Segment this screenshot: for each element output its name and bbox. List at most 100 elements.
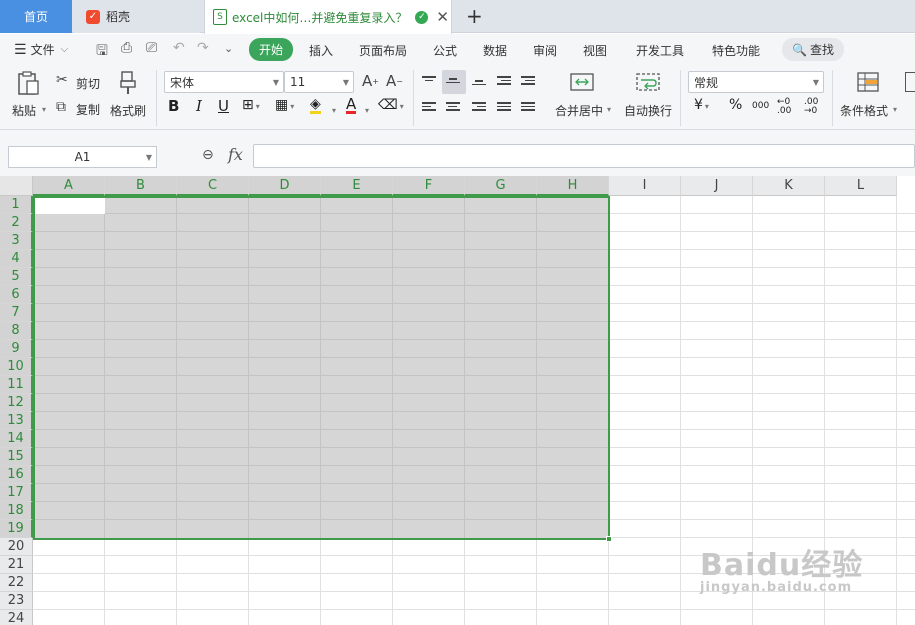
column-header-c[interactable]: C (177, 176, 249, 196)
row-header-6[interactable]: 6 (0, 286, 33, 304)
tab-view[interactable]: 视图 (583, 42, 607, 59)
distributed-icon[interactable] (521, 100, 537, 114)
new-tab-plus-icon[interactable]: + (466, 4, 483, 28)
row-header-13[interactable]: 13 (0, 412, 33, 430)
name-box[interactable]: A1 ▼ (8, 146, 157, 168)
column-header-l[interactable]: L (825, 176, 897, 196)
cell-style-icon[interactable]: ▦ ▾ (275, 97, 294, 113)
tab-developer[interactable]: 开发工具 (636, 42, 684, 59)
row-header-18[interactable]: 18 (0, 502, 33, 520)
tab-start[interactable]: 开始 (249, 38, 294, 61)
column-header-h[interactable]: H (537, 176, 609, 196)
quick-access-more-icon[interactable]: ⌄ (224, 42, 233, 55)
row-header-20[interactable]: 20 (0, 538, 33, 556)
search-button[interactable]: 🔍 查找 (782, 38, 844, 61)
tab-home[interactable]: 首页 (0, 0, 72, 33)
column-header-f[interactable]: F (393, 176, 465, 196)
tab-review[interactable]: 审阅 (533, 42, 557, 59)
tab-page-layout[interactable]: 页面布局 (359, 42, 407, 59)
format-painter-button[interactable]: 格式刷 (110, 102, 146, 119)
merge-center-button[interactable]: 合并居中 (555, 102, 603, 119)
column-header-d[interactable]: D (249, 176, 321, 196)
column-header-i[interactable]: I (609, 176, 681, 196)
bold-button[interactable]: B (168, 97, 179, 115)
font-color-dropdown-icon[interactable]: ▾ (365, 106, 369, 115)
redo-icon[interactable]: ↷ (197, 40, 209, 56)
decrease-decimal-icon[interactable]: .00 →0 (804, 98, 818, 116)
row-header-3[interactable]: 3 (0, 232, 33, 250)
select-all-corner[interactable] (0, 176, 33, 196)
increase-font-icon[interactable]: A + (362, 72, 379, 90)
clear-format-icon[interactable]: ⌫ ▾ (378, 97, 404, 113)
decrease-font-icon[interactable]: A − (386, 72, 403, 90)
tab-insert[interactable]: 插入 (309, 42, 333, 59)
tab-document[interactable]: S excel中如何…并避免重复录入？ ✓ ✕ (204, 0, 452, 34)
save-icon[interactable]: 🖫 (96, 40, 108, 64)
row-header-4[interactable]: 4 (0, 250, 33, 268)
row-header-21[interactable]: 21 (0, 556, 33, 574)
conditional-format-button[interactable]: 条件格式 (840, 102, 888, 119)
row-header-7[interactable]: 7 (0, 304, 33, 322)
align-left-icon[interactable] (422, 100, 438, 114)
table-style-icon[interactable] (905, 72, 915, 92)
column-header-g[interactable]: G (465, 176, 537, 196)
row-header-23[interactable]: 23 (0, 592, 33, 610)
row-header-2[interactable]: 2 (0, 214, 33, 232)
row-header-15[interactable]: 15 (0, 448, 33, 466)
column-header-j[interactable]: J (681, 176, 753, 196)
row-header-12[interactable]: 12 (0, 394, 33, 412)
file-menu[interactable]: ☰ 文件 ⌵ (14, 41, 68, 58)
thousands-button[interactable]: 000 (752, 101, 769, 111)
column-header-b[interactable]: B (105, 176, 177, 196)
row-header-5[interactable]: 5 (0, 268, 33, 286)
insert-function-icon[interactable]: fx (228, 145, 243, 164)
row-header-8[interactable]: 8 (0, 322, 33, 340)
number-format-select[interactable]: 常规 ▼ (688, 71, 824, 93)
zoom-icon[interactable]: ⊖ (202, 147, 214, 163)
wrap-text-button[interactable]: 自动换行 (624, 102, 672, 119)
justify-icon[interactable] (497, 100, 513, 114)
font-color-icon[interactable]: A (346, 97, 357, 114)
italic-button[interactable]: I (196, 97, 202, 115)
row-header-14[interactable]: 14 (0, 430, 33, 448)
column-header-a[interactable]: A (33, 176, 105, 196)
percent-button[interactable]: % (729, 97, 742, 113)
align-top-icon[interactable] (422, 74, 438, 88)
font-name-select[interactable]: 宋体 ▼ (164, 71, 284, 93)
row-header-16[interactable]: 16 (0, 466, 33, 484)
print-preview-icon[interactable]: ⎚ (146, 40, 157, 56)
conditional-format-dropdown-icon[interactable]: ▾ (893, 105, 897, 114)
fill-color-dropdown-icon[interactable]: ▾ (332, 106, 336, 115)
align-center-icon[interactable] (446, 100, 462, 114)
tab-data[interactable]: 数据 (483, 42, 507, 59)
paste-dropdown-icon[interactable]: ▾ (42, 105, 46, 114)
row-header-11[interactable]: 11 (0, 376, 33, 394)
row-header-9[interactable]: 9 (0, 340, 33, 358)
close-tab-icon[interactable]: ✕ (436, 8, 449, 26)
row-header-19[interactable]: 19 (0, 520, 33, 538)
cut-button[interactable]: 剪切 (76, 75, 100, 92)
fill-color-icon[interactable]: ◈ (310, 97, 321, 114)
merge-dropdown-icon[interactable]: ▾ (607, 105, 611, 114)
row-header-10[interactable]: 10 (0, 358, 33, 376)
tab-daoke[interactable]: ✓ 稻壳 (74, 0, 200, 33)
print-icon[interactable]: ⎙ (121, 40, 132, 56)
undo-icon[interactable]: ↶ (173, 40, 185, 56)
copy-button[interactable]: 复制 (76, 101, 100, 118)
align-bottom-icon[interactable] (472, 78, 488, 92)
align-right-icon[interactable] (472, 100, 488, 114)
row-header-22[interactable]: 22 (0, 574, 33, 592)
align-middle-icon[interactable] (446, 76, 462, 90)
increase-decimal-icon[interactable]: ←0.00 (777, 98, 791, 116)
paste-button[interactable] (16, 70, 42, 96)
tab-special-features[interactable]: 特色功能 (712, 42, 760, 59)
borders-icon[interactable]: ⊞ ▾ (242, 97, 260, 113)
underline-button[interactable]: U (218, 97, 229, 115)
formula-input[interactable] (253, 144, 915, 168)
fill-handle[interactable] (606, 536, 612, 542)
row-header-24[interactable]: 24 (0, 610, 33, 625)
currency-button[interactable]: ¥ ▾ (694, 97, 709, 113)
row-header-1[interactable]: 1 (0, 196, 33, 214)
font-size-select[interactable]: 11 ▼ (284, 71, 354, 93)
row-header-17[interactable]: 17 (0, 484, 33, 502)
